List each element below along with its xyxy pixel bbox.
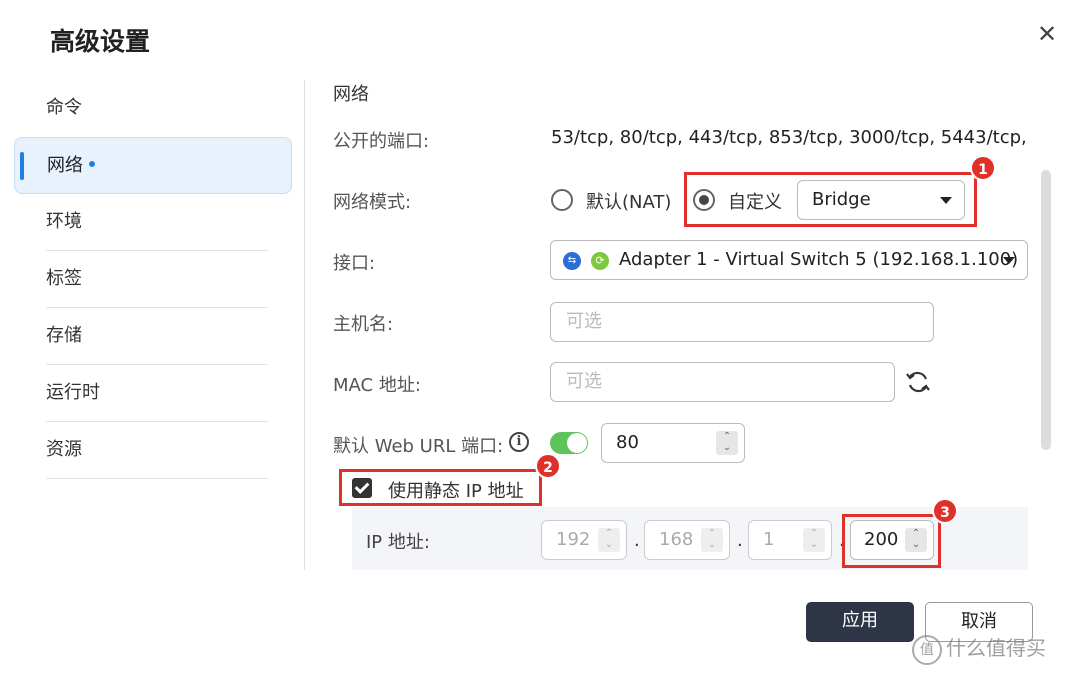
interface-select[interactable]: ⇆ ⟳ Adapter 1 - Virtual Switch 5 (192.16… [550, 240, 1028, 280]
sidebar-item-network[interactable]: 网络 [14, 137, 292, 194]
sidebar: 命令 网络 环境 标签 存储 运行时 资源 [14, 80, 292, 479]
sidebar-item-runtime[interactable]: 运行时 [14, 365, 292, 422]
sidebar-item-labels[interactable]: 标签 [14, 251, 292, 308]
mode-default-label: 默认(NAT) [586, 192, 672, 213]
hostname-input[interactable]: 可选 [550, 302, 934, 342]
network-adapter-icon: ⇆ [563, 252, 581, 270]
advanced-settings-dialog: 高级设置 ✕ 命令 网络 环境 标签 存储 运行时 资源 网络 公开的端口: 5… [0, 0, 1080, 676]
watermark: 值什么值得买 [912, 632, 1046, 665]
refresh-icon[interactable] [904, 368, 932, 396]
sidebar-item-label: 命令 [46, 97, 82, 118]
sidebar-item-label: 环境 [46, 211, 82, 232]
chevron-down-icon [1003, 257, 1015, 264]
ip-octet-2[interactable]: 168 ⌃ ⌄ [644, 520, 730, 560]
sidebar-item-environment[interactable]: 环境 [14, 194, 292, 251]
ip-octet-value: 1 [763, 529, 775, 550]
mac-placeholder: 可选 [566, 371, 602, 392]
section-title: 网络 [333, 84, 369, 105]
ip-octet-1[interactable]: 192 ⌃ ⌄ [541, 520, 627, 560]
sidebar-item-storage[interactable]: 存储 [14, 308, 292, 365]
connected-link-icon: ⟳ [591, 252, 609, 270]
watermark-logo-icon: 值 [912, 634, 942, 665]
ip-separator: . [634, 530, 640, 551]
interface-label: 接口: [333, 253, 376, 274]
hostname-placeholder: 可选 [566, 311, 602, 332]
ip-octet-value: 192 [556, 529, 591, 550]
interface-value: Adapter 1 - Virtual Switch 5 (192.168.1.… [619, 249, 1019, 270]
annotation-badge-2: 2 [535, 453, 561, 479]
mode-default-radio[interactable] [551, 189, 573, 211]
stepper-arrows-icon[interactable]: ⌃ ⌄ [598, 528, 620, 552]
close-icon[interactable]: ✕ [1032, 20, 1062, 50]
stepper-arrows-icon[interactable]: ⌃ ⌄ [716, 431, 738, 455]
ports-label: 公开的端口: [333, 131, 430, 152]
weburl-port-value: 80 [616, 432, 639, 453]
weburl-toggle[interactable] [550, 432, 588, 454]
ip-octet-3[interactable]: 1 ⌃ ⌄ [748, 520, 832, 560]
ip-separator: . [737, 530, 743, 551]
sidebar-item-label: 资源 [46, 439, 82, 460]
ip-address-label: IP 地址: [366, 532, 430, 553]
sidebar-item-label: 存储 [46, 325, 82, 346]
sidebar-item-label: 网络 [47, 155, 83, 176]
annotation-badge-3: 3 [932, 498, 958, 524]
sidebar-item-resources[interactable]: 资源 [14, 422, 292, 479]
sidebar-item-command[interactable]: 命令 [14, 80, 292, 137]
ports-value: 53/tcp, 80/tcp, 443/tcp, 853/tcp, 3000/t… [551, 127, 1026, 148]
modified-dot-icon [89, 161, 95, 167]
weburl-label: 默认 Web URL 端口: [333, 436, 504, 457]
vertical-scrollbar[interactable] [1041, 170, 1051, 450]
stepper-arrows-icon[interactable]: ⌃ ⌄ [803, 528, 825, 552]
network-mode-label: 网络模式: [333, 192, 412, 213]
apply-button[interactable]: 应用 [806, 602, 914, 642]
sidebar-item-label: 运行时 [46, 382, 100, 403]
annotation-badge-1: 1 [970, 155, 996, 181]
annotation-box-2 [339, 469, 542, 506]
annotation-box-3 [842, 514, 941, 568]
sidebar-item-label: 标签 [46, 268, 82, 289]
mac-label: MAC 地址: [333, 375, 421, 396]
dialog-title: 高级设置 [50, 27, 151, 56]
weburl-port-stepper[interactable]: 80 ⌃ ⌄ [601, 423, 745, 463]
watermark-text: 什么值得买 [946, 636, 1046, 660]
ip-octet-value: 168 [659, 529, 694, 550]
hostname-label: 主机名: [333, 314, 394, 335]
sidebar-divider [304, 80, 305, 570]
annotation-box-1 [684, 172, 977, 227]
info-icon[interactable]: i [509, 432, 529, 452]
stepper-arrows-icon[interactable]: ⌃ ⌄ [701, 528, 723, 552]
mac-input[interactable]: 可选 [550, 362, 895, 402]
